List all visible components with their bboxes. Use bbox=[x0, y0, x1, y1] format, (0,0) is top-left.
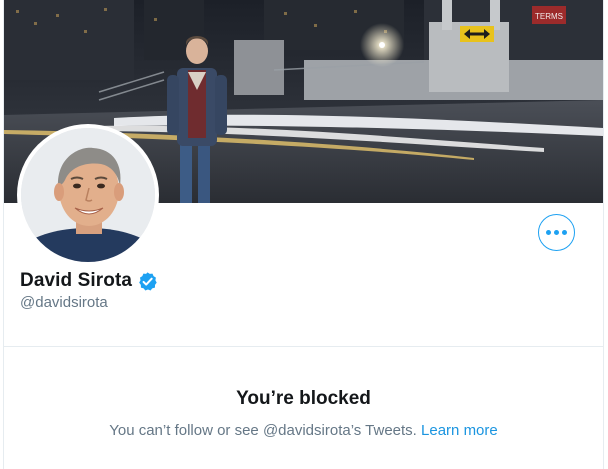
display-name: David Sirota bbox=[20, 270, 133, 291]
section-divider bbox=[4, 346, 603, 347]
more-options-dot bbox=[554, 230, 559, 235]
more-options-button[interactable] bbox=[538, 214, 575, 251]
banner-sign-text: TERMS bbox=[535, 12, 563, 21]
blocked-title: You’re blocked bbox=[236, 388, 371, 409]
profile-name-row: David Sirota bbox=[20, 269, 158, 293]
blocked-message-row: You can’t follow or see @davidsirota’s T… bbox=[4, 422, 603, 439]
avatar[interactable] bbox=[21, 128, 155, 262]
more-options-icon bbox=[546, 230, 551, 235]
verified-badge-icon bbox=[137, 271, 158, 292]
avatar-container[interactable] bbox=[17, 124, 159, 266]
avatar-photo bbox=[21, 128, 155, 262]
blocked-message: You can’t follow or see @davidsirota’s T… bbox=[109, 422, 417, 439]
profile-page: TERMS David Sirota @davidsirota You’re b… bbox=[3, 0, 604, 469]
more-options-dot bbox=[562, 230, 567, 235]
profile-handle: @davidsirota bbox=[20, 294, 108, 311]
learn-more-link[interactable]: Learn more bbox=[421, 422, 498, 439]
